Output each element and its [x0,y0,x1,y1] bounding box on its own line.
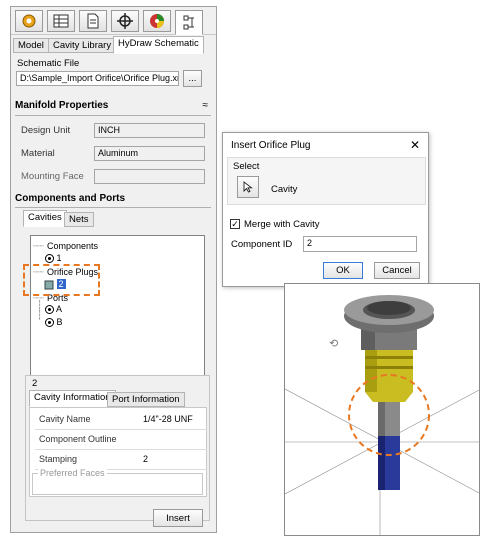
insert-orifice-plug-dialog: Insert Orifice Plug ✕ Select Cavity ✓ Me… [222,132,429,287]
radio-icon [45,254,54,264]
tab-cavity-information[interactable]: Cavity Information [29,390,116,407]
preferred-faces-group: Preferred Faces [32,468,203,495]
tab-model[interactable]: Model [13,38,49,53]
tab-nets[interactable]: Nets [64,212,94,227]
select-label: Select [233,161,260,172]
merge-checkbox[interactable]: ✓ [230,219,240,229]
merge-label: Merge with Cavity [244,219,320,230]
material-field[interactable]: Aluminum [94,146,205,161]
radio-icon [45,305,54,315]
table-row: Cavity Name 1/4"-28 UNF [35,410,207,430]
table-row: Component Outline [35,430,207,450]
design-unit-label: Design Unit [21,125,71,136]
gear-palette-icon[interactable] [15,10,43,32]
design-unit-field[interactable]: INCH [94,123,205,138]
schematic-file-field[interactable]: D:\Sample_Import Orifice\Orifice Plug.xm… [16,71,179,86]
tab-cavity-library[interactable]: Cavity Library [48,38,117,53]
manifold-properties-title: Manifold Properties [15,100,109,111]
preferred-faces-label: Preferred Faces [38,468,107,478]
dialog-title: Insert Orifice Plug [231,140,311,151]
table-row: Stamping 2 [35,450,207,470]
cursor-icon[interactable] [237,176,259,198]
orifice-plug-3d-view: ⟲ [285,295,479,535]
tree-component-1[interactable]: 1 [45,253,62,264]
model-viewport[interactable]: ⟲ [284,283,480,536]
hydraw-panel: Model Cavity Library HyDraw Schematic Sc… [10,6,217,533]
crosshair-icon[interactable] [111,10,139,32]
cancel-button[interactable]: Cancel [374,262,420,279]
document-icon[interactable] [79,10,107,32]
tab-port-information[interactable]: Port Information [107,392,185,407]
cavity-select-label: Cavity [271,184,298,195]
svg-text:⟲: ⟲ [329,337,338,350]
schematic-file-label: Schematic File [17,58,80,69]
components-ports-header: Components and Ports [15,193,211,208]
component-id-label: Component ID [231,239,293,250]
color-sphere-icon[interactable] [143,10,171,32]
tab-cavities[interactable]: Cavities [23,210,67,227]
highlight-dashed-box [23,264,100,296]
collapse-icon[interactable]: ≈ [203,100,209,111]
panel-toolbar [11,7,216,35]
manifold-properties-header[interactable]: Manifold Properties ≈ [15,100,211,116]
ok-button[interactable]: OK [323,262,363,279]
material-label: Material [21,148,55,159]
mounting-face-label: Mounting Face [21,171,84,182]
insert-button[interactable]: Insert [153,509,203,527]
mounting-face-field[interactable] [94,169,205,184]
tree-port-a[interactable]: A [45,304,62,315]
component-id-field[interactable]: 2 [303,236,417,252]
details-id: 2 [32,378,38,389]
schematic-icon[interactable] [175,10,203,35]
browse-button[interactable]: ... [183,70,202,87]
tab-hydraw-schematic[interactable]: HyDraw Schematic [113,36,204,54]
table-icon[interactable] [47,10,75,32]
tree-port-b[interactable]: B [45,317,63,328]
radio-icon [45,318,54,328]
cavity-tree: ┈┈ Components 1 ┈┈ Orifice Plugs 2 ┈┈ Po… [23,235,205,377]
tree-components[interactable]: Components [47,241,98,251]
close-icon[interactable]: ✕ [410,138,420,152]
